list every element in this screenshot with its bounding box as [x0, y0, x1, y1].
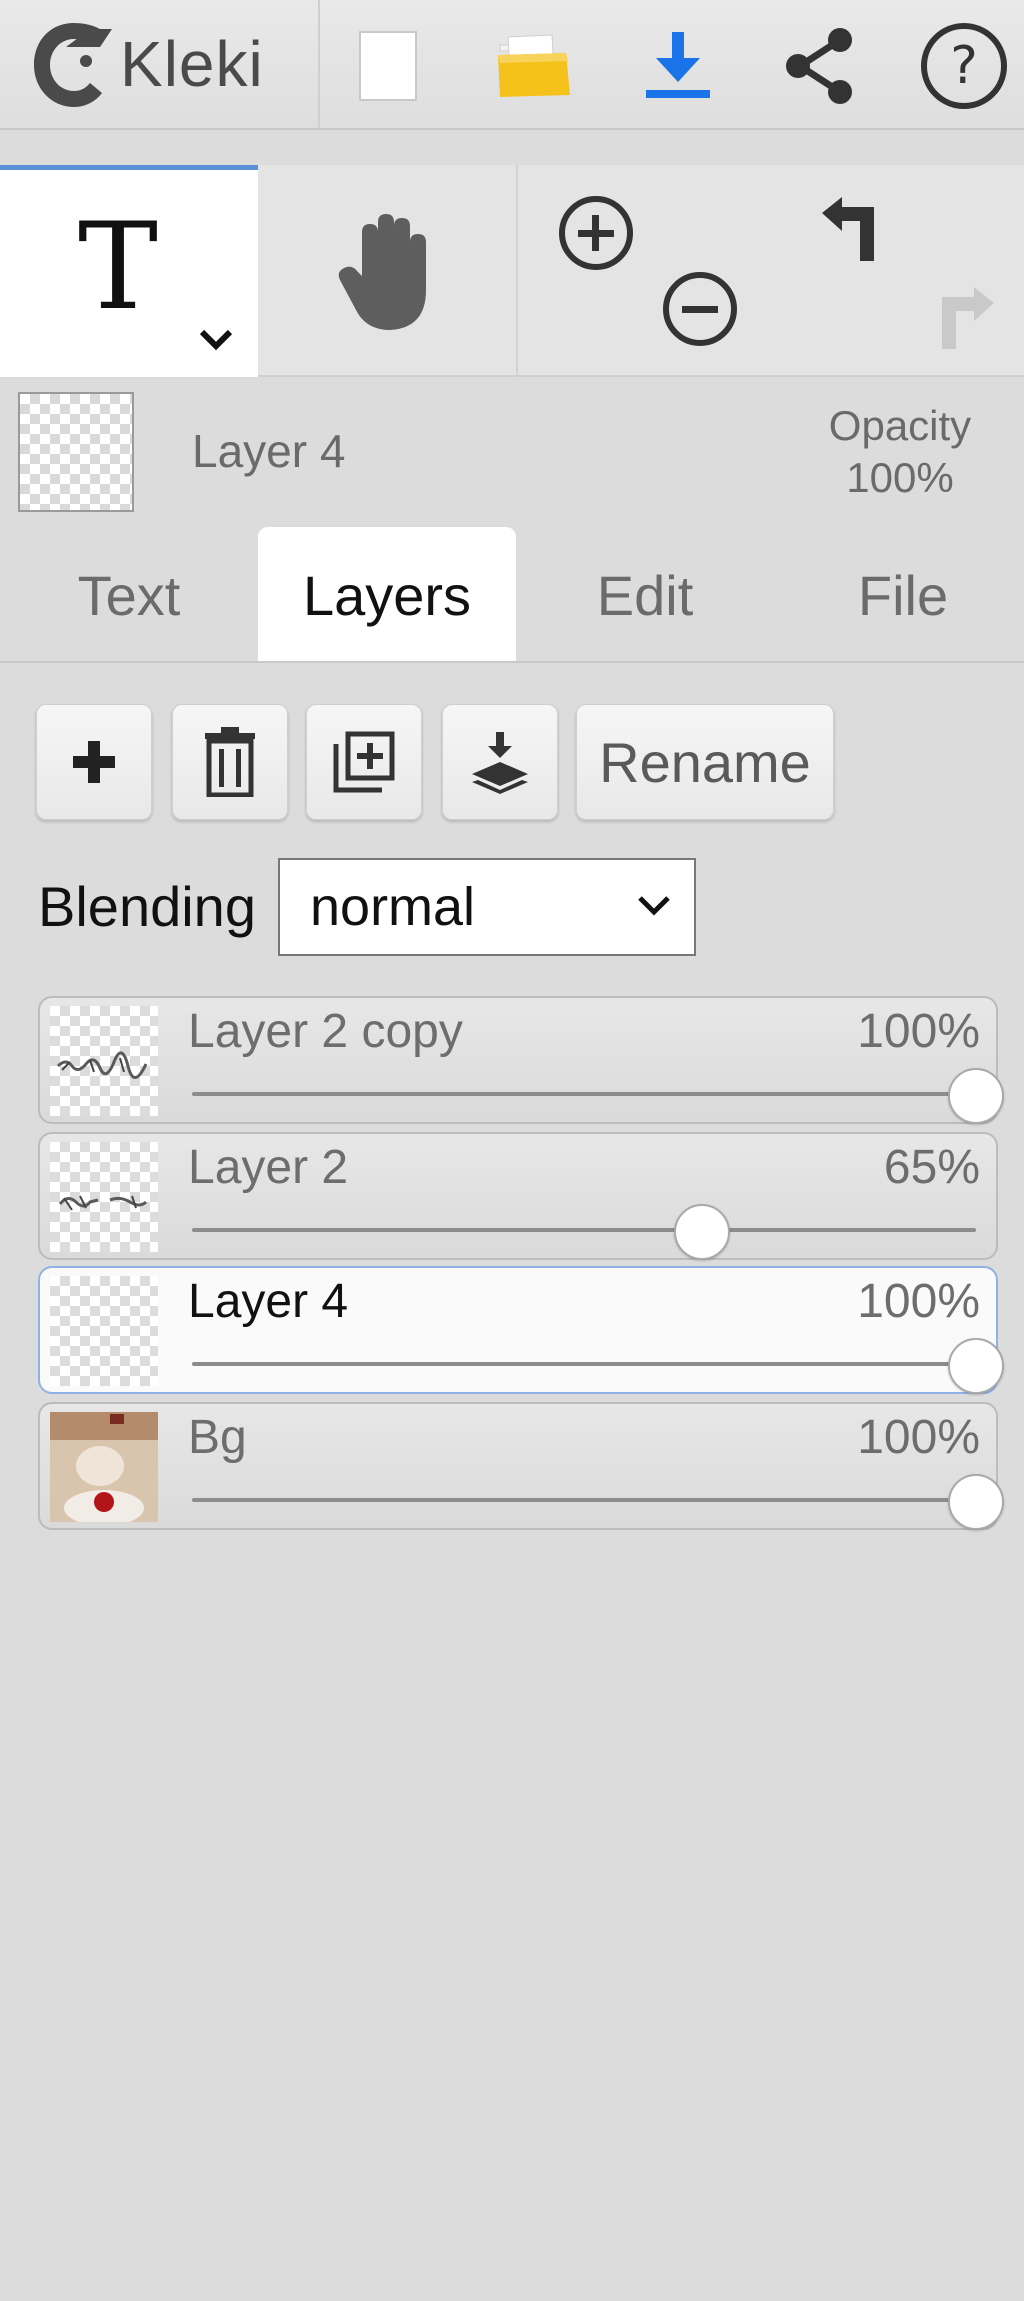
layer-opacity-slider-handle[interactable]: [948, 1474, 1004, 1530]
blending-value: normal: [310, 877, 476, 937]
panel-tabs: Text Layers Edit File: [0, 527, 1024, 663]
delete-layer-icon: [205, 727, 255, 797]
redo-icon[interactable]: [920, 273, 1000, 353]
merge-down-button[interactable]: [442, 704, 558, 820]
tab-file[interactable]: File: [774, 527, 1024, 663]
current-layer-name: Layer 4: [192, 425, 346, 477]
layer-opacity-value: 100%: [857, 1411, 980, 1464]
current-layer-header: Layer 4 Opacity 100%: [0, 380, 1024, 520]
svg-text:?: ?: [950, 36, 978, 96]
layer-opacity-slider[interactable]: [192, 1498, 976, 1502]
layer-item-layer-2-copy[interactable]: Layer 2 copy 100%: [38, 996, 1004, 1124]
tabs-divider: [0, 661, 1024, 663]
layer-name: Layer 2: [188, 1141, 349, 1194]
opacity-value: 100%: [846, 454, 954, 501]
layer-thumbnail: [50, 1276, 158, 1386]
download-icon: [646, 32, 710, 98]
help-icon: ?: [921, 23, 1007, 109]
layer-thumbnail: [50, 1006, 158, 1116]
layer-opacity-slider-handle[interactable]: [673, 1204, 730, 1260]
app-bar: Kleki ?: [0, 0, 1024, 130]
layer-opacity-value: 100%: [857, 1275, 980, 1328]
opacity-label: Opacity: [828, 402, 972, 449]
layer-item-layer-2[interactable]: Layer 2 65%: [38, 1132, 998, 1260]
current-layer-thumbnail: [18, 392, 134, 512]
tab-edit[interactable]: Edit: [516, 527, 774, 663]
layer-thumbnail: [50, 1412, 158, 1522]
tool-options-chevron-icon[interactable]: [198, 328, 234, 352]
open-button[interactable]: [484, 18, 584, 114]
layer-name: Layer 2 copy: [188, 1005, 463, 1058]
rename-layer-button[interactable]: Rename: [576, 704, 834, 820]
hand-tool-icon: [338, 214, 426, 330]
layer-item-bg[interactable]: Bg 100%: [38, 1402, 1004, 1530]
add-layer-icon: [73, 741, 115, 783]
blending-select[interactable]: normal: [278, 858, 696, 956]
appbar-divider: [318, 0, 320, 128]
layer-thumbnail-sketch: [58, 1195, 148, 1211]
blending-label: Blending: [38, 875, 256, 938]
layer-opacity-slider[interactable]: [192, 1362, 976, 1366]
add-layer-button[interactable]: [36, 704, 152, 820]
zoom-in-icon[interactable]: [556, 193, 636, 273]
layer-actions: Rename: [36, 704, 936, 820]
text-tool-button[interactable]: T: [0, 165, 258, 377]
open-folder-icon: [498, 34, 570, 97]
help-button[interactable]: ?: [914, 18, 1014, 114]
layer-opacity-value: 100%: [857, 1005, 980, 1058]
layer-name: Layer 4: [188, 1275, 349, 1328]
layer-opacity-slider-handle[interactable]: [948, 1068, 1004, 1124]
text-tool-icon: T: [78, 198, 159, 337]
tab-layers[interactable]: Layers: [258, 527, 516, 663]
tab-text[interactable]: Text: [0, 527, 258, 663]
layer-opacity-slider[interactable]: [192, 1092, 976, 1096]
toolrow-divider: [516, 165, 518, 377]
layer-name: Bg: [188, 1411, 247, 1464]
layer-opacity-value: 65%: [883, 1141, 980, 1194]
layer-thumbnail-sketch: [56, 1051, 148, 1079]
share-button[interactable]: [770, 18, 870, 114]
chevron-down-icon: [638, 896, 670, 916]
merge-down-icon: [472, 732, 528, 794]
kleki-logo: Kleki: [30, 14, 320, 114]
current-layer-opacity: Opacity 100%: [800, 400, 1000, 504]
zoom-out-icon[interactable]: [660, 269, 740, 349]
new-page-button[interactable]: [338, 18, 438, 114]
download-button[interactable]: [628, 18, 728, 114]
layer-opacity-slider-handle[interactable]: [948, 1338, 1004, 1394]
layer-thumbnail-photo: [50, 1412, 158, 1522]
duplicate-layer-button[interactable]: [306, 704, 422, 820]
tool-row: T: [0, 165, 1024, 377]
new-page-icon: [359, 31, 417, 101]
share-icon: [786, 28, 852, 104]
undo-icon[interactable]: [816, 195, 896, 275]
layer-opacity-slider[interactable]: [192, 1228, 976, 1232]
duplicate-layer-icon: [333, 731, 395, 793]
layer-item-layer-4[interactable]: Layer 4 100%: [38, 1266, 1004, 1394]
delete-layer-button[interactable]: [172, 704, 288, 820]
kleki-logo-icon: [34, 23, 112, 107]
layer-thumbnail: [50, 1142, 158, 1252]
hand-tool-button[interactable]: [258, 165, 516, 377]
app-name: Kleki: [120, 28, 264, 100]
